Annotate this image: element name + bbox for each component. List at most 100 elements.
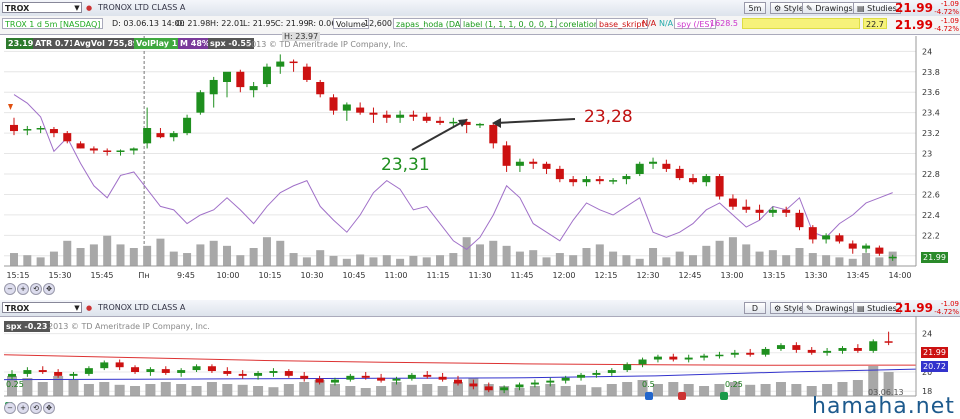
- candle: [653, 356, 662, 360]
- candle: [592, 372, 601, 375]
- candle: [284, 371, 293, 376]
- symbol-input[interactable]: TROX: [2, 2, 82, 13]
- volume-bar: [475, 244, 484, 266]
- study-corelation[interactable]: corelation: [556, 18, 602, 29]
- event-icon: [720, 392, 728, 400]
- daily-chevron-down-icon[interactable]: ▼: [72, 303, 82, 313]
- dividend-icon: [645, 392, 653, 400]
- volume-bar: [329, 384, 340, 396]
- candle: [409, 114, 418, 117]
- study-base-skript[interactable]: base_skript: [596, 18, 648, 29]
- volume-bar: [116, 244, 125, 266]
- volume-bar: [835, 257, 844, 266]
- price-change: -1.09: [940, 0, 959, 8]
- studies-button[interactable]: ▤ Studies: [853, 2, 901, 14]
- annotation-left: 23,31: [381, 155, 430, 175]
- volume-bar: [582, 248, 591, 266]
- candle: [469, 383, 478, 387]
- daily-timeframe-button[interactable]: D: [744, 302, 766, 314]
- volume-bar: [316, 250, 325, 266]
- moving-average-red: [3, 354, 917, 366]
- candle: [595, 179, 604, 182]
- study-info-bar: TROX 1 d 5m [NASDAQ] D: 03.06.13 14:00 O…: [0, 16, 960, 35]
- daily-zoom-in-icon[interactable]: +: [17, 402, 29, 414]
- candle: [884, 341, 893, 343]
- copyright-text: 2013 © TD Ameritrade IP Company, Inc.: [246, 40, 408, 49]
- zoom-out-icon[interactable]: −: [4, 283, 16, 295]
- candle: [715, 354, 724, 357]
- volume-bar: [143, 245, 152, 266]
- daily-link-icon[interactable]: ●: [84, 303, 94, 313]
- candle: [183, 117, 192, 134]
- candle: [742, 206, 751, 210]
- volume-bar: [283, 384, 294, 396]
- volume-bar: [37, 382, 48, 396]
- volume-bar: [196, 244, 205, 266]
- candle: [361, 375, 370, 378]
- candle: [23, 370, 32, 374]
- volume-bar: [345, 386, 356, 396]
- volume-bar: [191, 386, 202, 396]
- daily-pan-icon[interactable]: ✥: [43, 402, 55, 414]
- volume-bar: [223, 245, 232, 266]
- volume-bar: [560, 386, 571, 396]
- watermark: hamaha.net: [812, 394, 955, 419]
- x-tick-label: 14:00: [888, 271, 911, 280]
- bar-high: H: 22.01: [210, 19, 245, 28]
- candle: [23, 129, 32, 131]
- candle: [502, 145, 511, 166]
- candle: [38, 370, 47, 372]
- intraday-chart-panel: TROX ▼ ● TRONOX LTD CLASS A 5m ⚙ Style ✎…: [0, 0, 960, 295]
- candle: [782, 209, 791, 213]
- candle: [84, 368, 93, 374]
- candle: [542, 163, 551, 169]
- price-axis-tag: 21.99: [921, 252, 948, 263]
- daily-reset-icon[interactable]: ⟲: [30, 402, 42, 414]
- candle: [569, 179, 578, 183]
- timeframe-button[interactable]: 5m: [744, 2, 766, 14]
- volume-bar: [129, 248, 138, 266]
- chevron-down-icon[interactable]: ▼: [72, 3, 82, 13]
- drawings-button-label: Drawings: [815, 4, 853, 13]
- volume-value: 12,600: [364, 19, 392, 28]
- study-label[interactable]: label (1, 1, 1, 0, 0, 0, 1, 0): [460, 18, 571, 29]
- volume-bar: [555, 253, 564, 266]
- volume-bar: [329, 255, 338, 266]
- volume-bar: [422, 257, 431, 266]
- candle: [196, 92, 205, 113]
- volume-bar: [396, 258, 405, 266]
- y-tick-label: 23.2: [922, 129, 940, 138]
- candle: [530, 382, 539, 385]
- drawings-button[interactable]: ✎ Drawings: [802, 2, 857, 14]
- candle: [555, 168, 564, 180]
- reset-view-icon[interactable]: ⟲: [30, 283, 42, 295]
- volume-bar: [382, 255, 391, 266]
- volume-bar: [276, 240, 285, 266]
- daily-spx-badge: spx -0.23: [4, 321, 50, 332]
- volume-bar: [262, 237, 271, 266]
- candle: [792, 345, 801, 350]
- pan-icon[interactable]: ✥: [43, 283, 55, 295]
- candle: [238, 373, 247, 376]
- atr-badge: ATR 0.71: [33, 38, 77, 49]
- daily-drawings-button[interactable]: ✎ Drawings: [802, 302, 857, 314]
- x-tick-label: 13:30: [804, 271, 827, 280]
- daily-symbol-input[interactable]: TROX: [2, 302, 82, 313]
- daily-zoom-out-icon[interactable]: −: [4, 402, 16, 414]
- volume-bar: [437, 386, 448, 396]
- candle: [377, 377, 386, 381]
- candle: [254, 372, 263, 376]
- daily-studies-button[interactable]: ▤ Studies: [853, 302, 901, 314]
- volume-bar: [489, 240, 498, 266]
- volume-bar: [515, 251, 524, 266]
- annotation-arrow-left: [411, 119, 467, 151]
- volume-bar: [68, 380, 79, 396]
- candle: [475, 123, 484, 126]
- volume-bar: [169, 251, 178, 266]
- intraday-plot[interactable]: 2222.222.422.622.82323.223.423.623.82415…: [0, 34, 960, 291]
- zoom-in-icon[interactable]: +: [17, 283, 29, 295]
- daily-copyright: 2013 © TD Ameritrade IP Company, Inc.: [48, 322, 210, 331]
- volume-bar: [862, 253, 871, 266]
- link-icon[interactable]: ●: [84, 3, 94, 13]
- candle: [623, 364, 632, 371]
